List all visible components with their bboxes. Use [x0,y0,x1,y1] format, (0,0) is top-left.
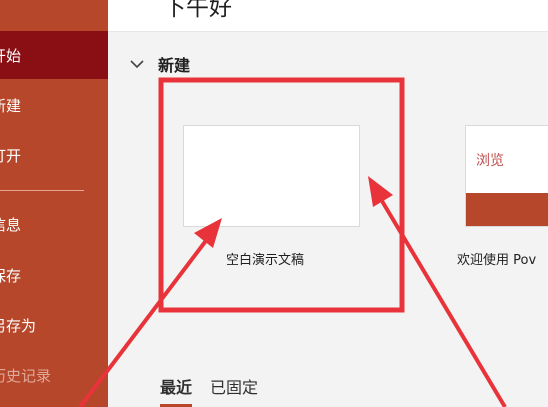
tab-recent[interactable]: 最近 [160,374,193,407]
main-panel: 下午好 新建 空白演示文稿 浏览 欢迎使用 Pov 最近 已固定 [108,0,548,407]
sidebar-item-info[interactable]: 信息 [0,200,108,248]
file-tabs: 最近 已固定 [160,374,276,407]
sidebar-item-label: 信息 [0,215,22,234]
blank-presentation-thumbnail[interactable] [183,125,360,227]
sidebar-item-label: 保存 [0,266,22,285]
sidebar-item-history[interactable]: 历史记录 [0,351,108,399]
sidebar-divider [0,190,84,191]
sidebar-item-label: 新建 [0,96,22,115]
new-section-header[interactable]: 新建 [128,52,190,76]
blank-presentation-label[interactable]: 空白演示文稿 [226,249,304,268]
chevron-down-icon[interactable] [128,55,146,73]
sidebar-item-label: 打开 [0,146,22,165]
sidebar-item-save[interactable]: 保存 [0,251,108,299]
welcome-template-thumbnail[interactable]: 浏览 [465,125,548,227]
sidebar-item-label: 另存为 [0,316,37,335]
tab-pinned[interactable]: 已固定 [210,374,258,407]
greeting-title: 下午好 [163,0,232,21]
sidebar-item-home[interactable]: 开始 [0,31,108,79]
welcome-template-label[interactable]: 欢迎使用 Pov [457,249,536,268]
sidebar-item-label: 历史记录 [0,366,52,385]
sidebar: 开始 新建 打开 信息 保存 另存为 历史记录 [0,0,108,407]
header: 下午好 [108,0,548,32]
welcome-thumb-text: 浏览 [476,153,504,169]
sidebar-item-new[interactable]: 新建 [0,81,108,129]
welcome-thumb-band [466,193,548,226]
sidebar-item-label: 开始 [0,46,22,65]
sidebar-item-save-as[interactable]: 另存为 [0,301,108,349]
sidebar-item-open[interactable]: 打开 [0,131,108,179]
section-title: 新建 [158,56,191,75]
